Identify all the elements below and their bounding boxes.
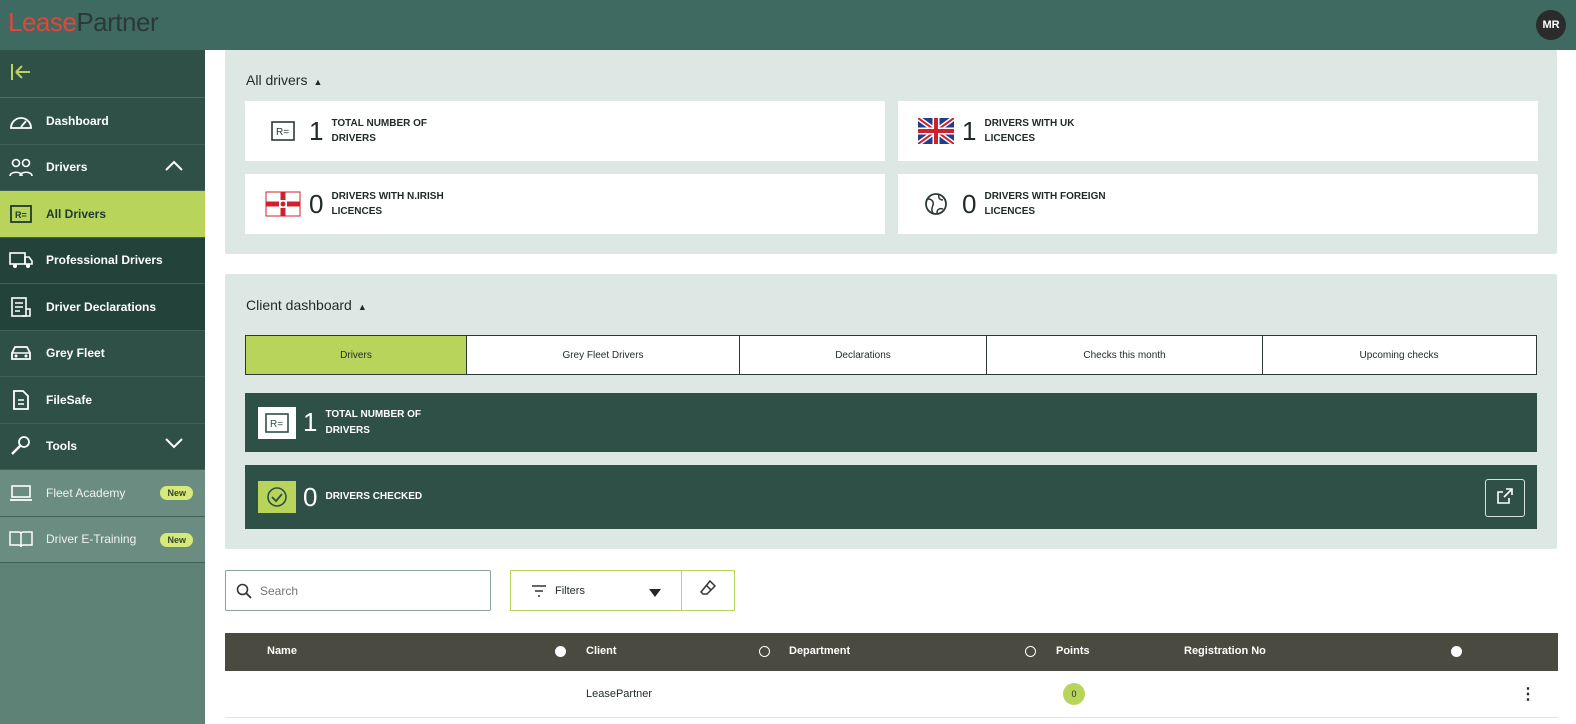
chevron-up-icon: [165, 159, 183, 174]
book-icon: [8, 528, 34, 550]
sidebar-item-label: Tools: [46, 439, 78, 454]
drivers-checked-card[interactable]: 0 DRIVERS CHECKED: [245, 465, 1537, 529]
sidebar-item-label: All Drivers: [46, 206, 107, 221]
stat-total-drivers: R= 1 TOTAL NUMBER OF DRIVERS: [245, 101, 885, 161]
sidebar: Dashboard Drivers R= All Drivers Profess…: [0, 50, 205, 724]
sidebar-item-dashboard[interactable]: Dashboard: [0, 98, 205, 145]
client-dashboard-tabs: Drivers Grey Fleet Drivers Declarations …: [245, 335, 1537, 375]
sidebar-item-tools[interactable]: Tools: [0, 423, 205, 470]
client-dashboard-toggle[interactable]: Client dashboard ▲: [246, 297, 367, 313]
sidebar-item-all-drivers[interactable]: R= All Drivers: [0, 191, 205, 238]
external-link-icon: [1496, 487, 1514, 510]
all-drivers-toggle[interactable]: All drivers ▲: [246, 72, 322, 88]
column-toggle-points[interactable]: [1025, 646, 1036, 657]
check-circle-icon: [257, 480, 297, 514]
sidebar-item-filesafe[interactable]: FileSafe: [0, 377, 205, 424]
globe-icon: [918, 189, 954, 219]
all-drivers-panel: All drivers ▲ R= 1 TOTAL NUMBER OF DRIVER…: [225, 50, 1557, 254]
truck-icon: [8, 249, 34, 271]
column-header-client[interactable]: Client: [586, 645, 617, 657]
filters-button[interactable]: Filters: [510, 570, 682, 611]
speedometer-icon: [8, 110, 34, 132]
search-input[interactable]: [260, 583, 470, 598]
column-toggle-department[interactable]: [759, 646, 770, 657]
sidebar-item-label: FileSafe: [46, 392, 93, 407]
sidebar-item-label: Driver E-Training: [46, 532, 137, 547]
ni-flag-icon: [265, 189, 301, 219]
search-icon: [236, 583, 252, 599]
sidebar-item-driver-declarations[interactable]: Driver Declarations: [0, 284, 205, 331]
stat-foreign-licences: 0 DRIVERS WITH FOREIGN LICENCES: [898, 174, 1538, 234]
sidebar-item-label: Driver Declarations: [46, 299, 157, 314]
sidebar-item-label: Grey Fleet: [46, 346, 105, 361]
caret-up-icon: ▲: [313, 77, 323, 87]
stat-uk-licences: 1 DRIVERS WITH UK LICENCES: [898, 101, 1538, 161]
table-header: Name Client Department Points Registrati…: [225, 633, 1558, 671]
tab-checks-this-month[interactable]: Checks this month: [987, 336, 1263, 374]
column-toggle-client[interactable]: [555, 646, 566, 657]
wrench-icon: [8, 435, 34, 457]
clear-filters-button[interactable]: [681, 570, 735, 611]
car-icon: [8, 342, 34, 364]
tab-grey-fleet-drivers[interactable]: Grey Fleet Drivers: [467, 336, 740, 374]
stat-ni-licences: 0 DRIVERS WITH N.IRISH LICENCES: [245, 174, 885, 234]
document-list-icon: [8, 296, 34, 318]
row-menu-icon[interactable]: ⋮: [1520, 684, 1536, 704]
svg-text:R=: R=: [15, 210, 27, 220]
top-bar: LeasePartner MR: [0, 0, 1576, 50]
tab-declarations[interactable]: Declarations: [740, 336, 987, 374]
main-content: All drivers ▲ R= 1 TOTAL NUMBER OF DRIVER…: [205, 50, 1576, 724]
svg-text:R=: R=: [276, 127, 289, 138]
tab-upcoming-checks[interactable]: Upcoming checks: [1263, 336, 1535, 374]
table-row[interactable]: LeasePartner 0 ⋮: [225, 671, 1558, 718]
new-badge: New: [160, 532, 193, 547]
filter-icon: [531, 584, 547, 597]
open-external-button[interactable]: [1485, 479, 1525, 517]
sidebar-item-driver-e-training[interactable]: Driver E-Training New: [0, 516, 205, 563]
tab-drivers[interactable]: Drivers: [246, 336, 467, 374]
file-icon: [8, 389, 34, 411]
svg-text:R=: R=: [270, 419, 283, 430]
logo[interactable]: LeasePartner: [8, 7, 159, 38]
client-dashboard-panel: Client dashboard ▲ Drivers Grey Fleet Dri…: [225, 274, 1557, 549]
column-header-points[interactable]: Points: [1056, 645, 1090, 657]
eraser-icon: [699, 579, 717, 601]
total-drivers-card[interactable]: R= 1 TOTAL NUMBER OF DRIVERS: [245, 393, 1537, 452]
sidebar-item-grey-fleet[interactable]: Grey Fleet: [0, 330, 205, 377]
column-header-department[interactable]: Department: [789, 645, 850, 657]
sidebar-item-drivers[interactable]: Drivers: [0, 144, 205, 191]
drivers-icon: [8, 156, 34, 178]
caret-down-icon: [649, 584, 661, 602]
id-card-icon: R=: [8, 203, 34, 225]
sidebar-item-professional-drivers[interactable]: Professional Drivers: [0, 237, 205, 284]
column-header-registration[interactable]: Registration No: [1184, 645, 1266, 657]
sidebar-item-label: Fleet Academy: [46, 485, 126, 500]
new-badge: New: [160, 486, 193, 500]
column-settings-icon[interactable]: [1451, 646, 1462, 657]
user-avatar[interactable]: MR: [1536, 10, 1566, 40]
uk-flag-icon: [918, 116, 954, 146]
sidebar-item-fleet-academy[interactable]: Fleet Academy New: [0, 470, 205, 517]
laptop-icon: [8, 482, 34, 504]
cell-client: LeasePartner: [586, 688, 653, 700]
sidebar-item-label: Professional Drivers: [46, 253, 163, 268]
caret-up-icon: ▲: [357, 302, 367, 312]
sidebar-item-label: Dashboard: [46, 113, 109, 128]
search-box: [225, 570, 491, 611]
column-header-name[interactable]: Name: [267, 645, 297, 657]
chevron-down-icon: [165, 437, 183, 453]
id-card-icon: R=: [265, 116, 301, 146]
collapse-arrow-icon: [10, 61, 32, 87]
id-card-icon: R=: [257, 406, 297, 440]
collapse-sidebar-button[interactable]: [0, 50, 205, 98]
points-badge: 0: [1063, 683, 1085, 705]
sidebar-item-label: Drivers: [46, 160, 88, 175]
